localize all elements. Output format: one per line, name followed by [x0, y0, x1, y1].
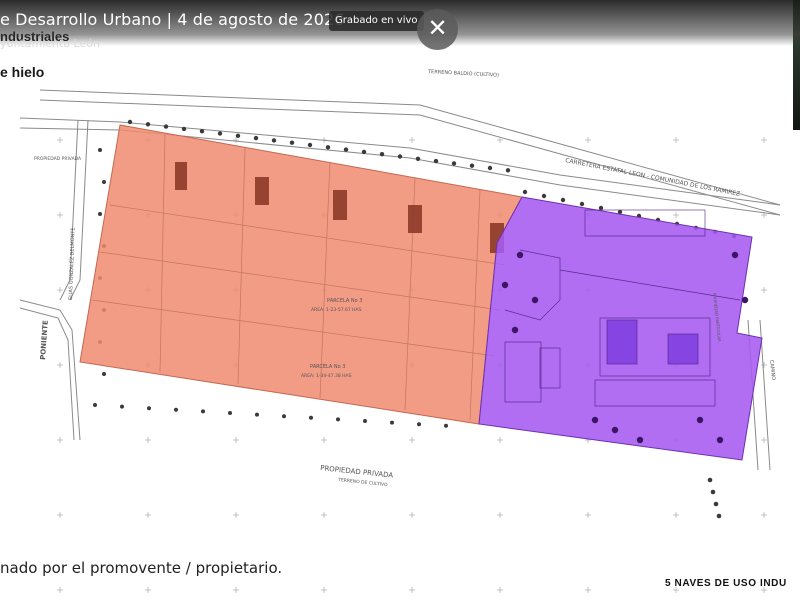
zone-b-tree [591, 416, 599, 424]
tree-dot [433, 158, 439, 164]
map-label-parcel-a: PARCELA No 3 [327, 298, 362, 304]
map-label-road-top: TERRENO BALDIO (CULTIVO) [427, 69, 499, 79]
zone-b-tree [511, 326, 519, 334]
tree-dot [127, 119, 133, 125]
tree-dot [98, 212, 102, 216]
tree-dot [271, 138, 277, 143]
tree-dot [710, 489, 716, 495]
plan-footer-title: 5 NAVES DE USO INDU [665, 578, 787, 589]
map-label-west-top: PROPIEDAD PRIVADA [34, 156, 82, 162]
tree-dot [181, 126, 187, 132]
tree-dot [541, 193, 547, 199]
map-label-south-sub: TERRENO DE CULTIVO [337, 477, 389, 488]
tree-dot [120, 404, 124, 409]
tree-dot [145, 122, 151, 127]
map-label-east: CAMINO [768, 360, 776, 381]
tree-dot [201, 409, 205, 414]
slide-caption: nado por el promovente / propietario. [0, 559, 283, 577]
tree-dot [487, 165, 493, 171]
zone-b-tree [516, 251, 524, 259]
tree-dot [415, 156, 421, 161]
tree-dot [98, 148, 102, 152]
tree-dot [235, 133, 241, 138]
tree-dot [336, 417, 340, 422]
tree-dot [579, 201, 585, 207]
map-label-parcel-b-area: AREA: 1-34-47.38 HAS [301, 373, 352, 379]
tree-dot [707, 477, 713, 483]
stream-subtitle: yuntamiento León [0, 37, 100, 50]
tree-dot [361, 149, 367, 155]
tree-dot [598, 205, 604, 211]
tree-dot [174, 407, 178, 412]
tree-dot [390, 420, 394, 425]
site-plan: TERRENO BALDIO (CULTIVO) CARRETERA ESTAT… [19, 69, 781, 593]
tree-dot [282, 414, 286, 419]
map-label-parcel-a-area: AREA: 1-23-57.67 HAS [311, 307, 362, 313]
map-label-south: PROPIEDAD PRIVADA [320, 464, 394, 480]
tree-dot [716, 513, 722, 519]
tree-dot [93, 403, 97, 407]
zone-b-tree [636, 436, 644, 444]
tree-dot [199, 129, 205, 134]
tree-dot [417, 422, 421, 427]
nave-bay [175, 162, 187, 190]
nave-bay [408, 205, 422, 233]
zone-b-tree [716, 436, 724, 444]
tree-dot [451, 161, 457, 166]
map-label-poniente: PONIENTE [39, 320, 50, 360]
zone-industrial-a [79, 124, 523, 425]
tree-dot [505, 168, 511, 173]
tree-dot [307, 142, 313, 148]
tree-dot [379, 152, 385, 157]
zone-b-tree [501, 281, 509, 289]
tree-dot [253, 135, 259, 141]
tree-dot [163, 124, 169, 129]
tree-dot [397, 154, 403, 159]
tree-dot [343, 147, 349, 152]
slide-subheading: e hielo [0, 64, 45, 80]
tree-dot [102, 372, 106, 376]
slide-viewer: TERRENO BALDIO (CULTIVO) CARRETERA ESTAT… [0, 0, 800, 600]
zone-b-tree [741, 296, 749, 304]
tree-dot [309, 415, 313, 420]
zone-b-tree [731, 251, 739, 259]
zone-b-tree [611, 426, 619, 434]
tree-dot [147, 406, 151, 411]
live-badge: Grabado en vivo [329, 11, 424, 31]
nave-bay [333, 190, 347, 220]
close-button[interactable]: ✕ [417, 9, 458, 50]
tree-dot [560, 197, 566, 203]
tree-dot [217, 131, 223, 136]
nave-bay [255, 177, 269, 205]
close-icon: ✕ [427, 14, 448, 42]
tree-dot [469, 163, 475, 168]
tree-dot [363, 419, 367, 423]
stream-top-bar: e Desarrollo Urbano | 4 de agosto de 202… [0, 0, 800, 50]
map-label-highway: CARRETERA ESTATAL LEON - COMUNIDAD DE LO… [565, 157, 741, 198]
tree-dot [255, 412, 259, 417]
tree-dot [325, 145, 331, 150]
map-label-parcel-b: PARCELA No 3 [310, 364, 345, 370]
tree-dot [228, 411, 232, 415]
tree-dot [102, 180, 106, 184]
tree-dot [713, 501, 719, 507]
zone-b-tree [531, 296, 539, 304]
tree-dot [522, 189, 528, 195]
tree-dot [444, 423, 448, 428]
zone-b-tree [696, 416, 704, 424]
tree-dot [289, 140, 295, 145]
stream-title: e Desarrollo Urbano | 4 de agosto de 202… [0, 10, 345, 29]
